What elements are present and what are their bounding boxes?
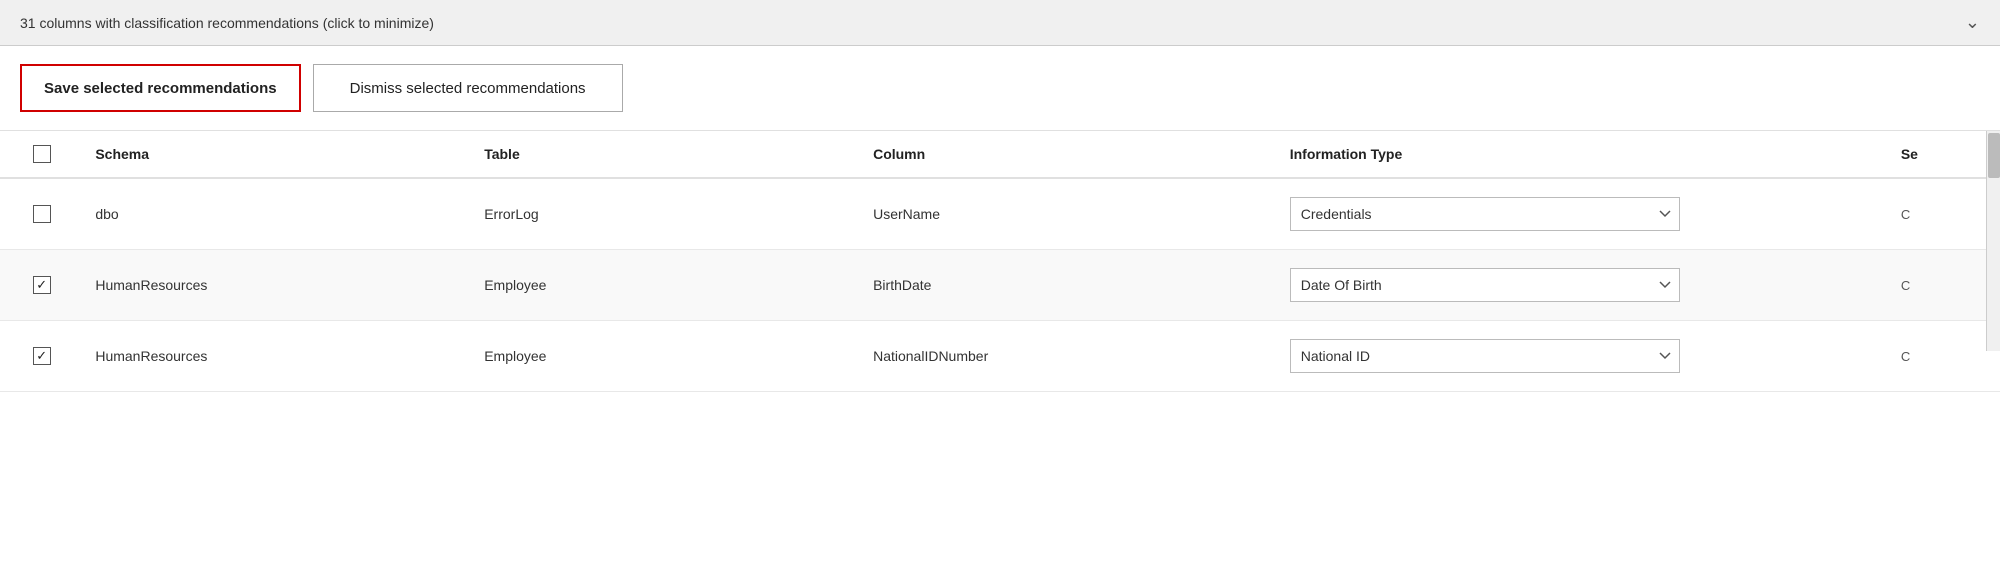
infotype-column-header: Information Type [1278, 131, 1889, 178]
dismiss-selected-button[interactable]: Dismiss selected recommendations [313, 64, 623, 112]
row-schema-1: HumanResources [83, 250, 472, 321]
select-all-header[interactable] [0, 131, 83, 178]
row-infotype-select-2[interactable]: CredentialsDate Of BirthNational IDNameE… [1290, 339, 1680, 373]
row-checkbox-1[interactable]: ✓ [33, 276, 51, 294]
row-se-0: C [1889, 178, 2000, 250]
row-column-2: NationalIDNumber [861, 321, 1278, 392]
se-column-header: Se [1889, 131, 2000, 178]
scrollbar-track[interactable] [1986, 131, 2000, 351]
save-selected-button[interactable]: Save selected recommendations [20, 64, 301, 112]
schema-column-header: Schema [83, 131, 472, 178]
recommendations-table-wrapper: Schema Table Column Information Type Se … [0, 131, 2000, 392]
row-checkbox-2[interactable]: ✓ [33, 347, 51, 365]
row-schema-0: dbo [83, 178, 472, 250]
table-row: ✓ HumanResourcesEmployeeNationalIDNumber C… [0, 321, 2000, 392]
column-column-header: Column [861, 131, 1278, 178]
row-checkbox-0[interactable] [33, 205, 51, 223]
collapse-icon[interactable]: ⌄ [1965, 12, 1980, 33]
row-infotype-select-0[interactable]: CredentialsDate Of BirthNational IDNameE… [1290, 197, 1680, 231]
toolbar: Save selected recommendations Dismiss se… [0, 46, 2000, 131]
scrollbar-thumb[interactable] [1988, 133, 2000, 178]
table-column-header: Table [472, 131, 861, 178]
recommendations-header[interactable]: 31 columns with classification recommend… [0, 0, 2000, 46]
row-checkbox-cell-0[interactable] [0, 178, 83, 250]
row-schema-2: HumanResources [83, 321, 472, 392]
header-text: 31 columns with classification recommend… [20, 15, 434, 31]
row-checkbox-cell-2[interactable]: ✓ [0, 321, 83, 392]
row-table-0: ErrorLog [472, 178, 861, 250]
recommendations-table: Schema Table Column Information Type Se … [0, 131, 2000, 392]
select-all-checkbox[interactable] [33, 145, 51, 163]
row-se-2: C [1889, 321, 2000, 392]
row-infotype-select-1[interactable]: CredentialsDate Of BirthNational IDNameE… [1290, 268, 1680, 302]
row-column-1: BirthDate [861, 250, 1278, 321]
row-column-0: UserName [861, 178, 1278, 250]
row-table-2: Employee [472, 321, 861, 392]
table-header-row: Schema Table Column Information Type Se [0, 131, 2000, 178]
row-checkbox-cell-1[interactable]: ✓ [0, 250, 83, 321]
row-infotype-cell-0[interactable]: CredentialsDate Of BirthNational IDNameE… [1278, 178, 1889, 250]
row-se-1: C [1889, 250, 2000, 321]
row-table-1: Employee [472, 250, 861, 321]
table-row: dboErrorLogUserName CredentialsDate Of Bi… [0, 178, 2000, 250]
row-infotype-cell-1[interactable]: CredentialsDate Of BirthNational IDNameE… [1278, 250, 1889, 321]
table-row: ✓ HumanResourcesEmployeeBirthDate Credenti… [0, 250, 2000, 321]
row-infotype-cell-2[interactable]: CredentialsDate Of BirthNational IDNameE… [1278, 321, 1889, 392]
